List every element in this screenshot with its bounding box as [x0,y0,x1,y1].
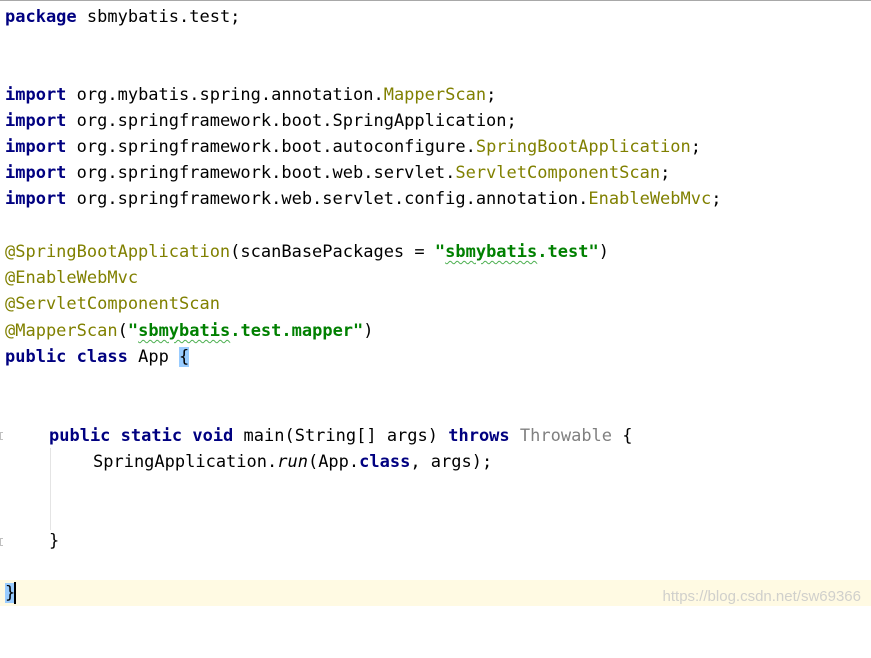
keyword-public: public [5,347,67,367]
keyword-public: public [49,426,111,446]
annotation-servletcomponentscan: @ServletComponentScan [5,294,220,314]
brace-open: { [612,426,633,446]
call-args: (App. [307,452,360,472]
call-args: , args); [410,452,493,472]
code-line-import: import org.springframework.web.servlet.c… [0,186,871,212]
text-caret [14,582,16,604]
keyword-class: class [359,452,411,472]
code-line-import: import org.springframework.boot.SpringAp… [0,108,871,134]
keyword-void: void [192,426,234,446]
annotation-springbootapplication: @SpringBootApplication [5,242,231,262]
code-line-import: import org.springframework.boot.autoconf… [0,134,871,160]
paren-open: ( [117,321,128,341]
semicolon: ; [506,111,517,131]
keyword-throws: throws [448,426,510,446]
code-line-annotation: @ServletComponentScan [0,291,871,317]
class-name: App [127,347,180,367]
code-line-annotation: @EnableWebMvc [0,265,871,291]
code-line-package: package sbmybatis.test; [0,4,871,30]
keyword-import: import [5,111,67,131]
keyword-import: import [5,85,67,105]
brace-open-highlighted: { [179,347,190,367]
exception-type: Throwable [519,426,613,446]
code-line-import: import org.mybatis.spring.annotation.Map… [0,82,871,108]
code-line-run-call: SpringApplication.run(App.class, args); [0,449,871,475]
import-package: org.springframework.boot.SpringApplicati… [66,111,507,131]
code-line-annotation: @SpringBootApplication(scanBasePackages … [0,239,871,265]
annotation-mapperscan: @MapperScan [5,321,118,341]
keyword-import: import [5,189,67,209]
string-literal: "sbmybatis.test.mapper" [127,321,364,341]
import-class: SpringBootApplication [475,137,691,157]
paren-close: ) [363,321,374,341]
class-reference: SpringApplication. [93,452,278,472]
semicolon: ; [711,189,722,209]
code-line-import: import org.springframework.boot.web.serv… [0,160,871,186]
keyword-import: import [5,163,67,183]
semicolon: ; [660,163,671,183]
code-line-main-declaration: public static void main(String[] args) t… [0,423,871,449]
annotation-args: (scanBasePackages = [230,242,435,262]
string-literal: "sbmybatis.test" [434,242,599,262]
package-name: sbmybatis.test; [76,7,241,27]
code-line-close-method: } [0,528,871,554]
static-method: run [277,452,308,472]
brace-close: } [49,531,60,551]
keyword-import: import [5,137,67,157]
paren-close: ) [598,242,609,262]
watermark: https://blog.csdn.net/sw69366 [662,588,861,605]
import-class: MapperScan [383,85,487,105]
code-line-class-declaration: public class App { [0,344,871,370]
import-package: org.springframework.boot.web.servlet. [66,163,456,183]
code-editor[interactable]: package sbmybatis.test; import org.mybat… [0,0,871,613]
import-package: org.springframework.web.servlet.config.a… [66,189,589,209]
import-package: org.mybatis.spring.annotation. [66,85,384,105]
annotation-enablewebmvc: @EnableWebMvc [5,268,139,288]
import-package: org.springframework.boot.autoconfigure. [66,137,476,157]
keyword-package: package [5,7,77,27]
method-signature: main(String[] args) [233,426,449,446]
import-class: EnableWebMvc [588,189,712,209]
import-class: ServletComponentScan [455,163,661,183]
semicolon: ; [486,85,497,105]
keyword-static: static [120,426,183,446]
code-line-annotation: @MapperScan("sbmybatis.test.mapper") [0,318,871,344]
semicolon: ; [690,137,702,157]
keyword-class: class [76,347,128,367]
